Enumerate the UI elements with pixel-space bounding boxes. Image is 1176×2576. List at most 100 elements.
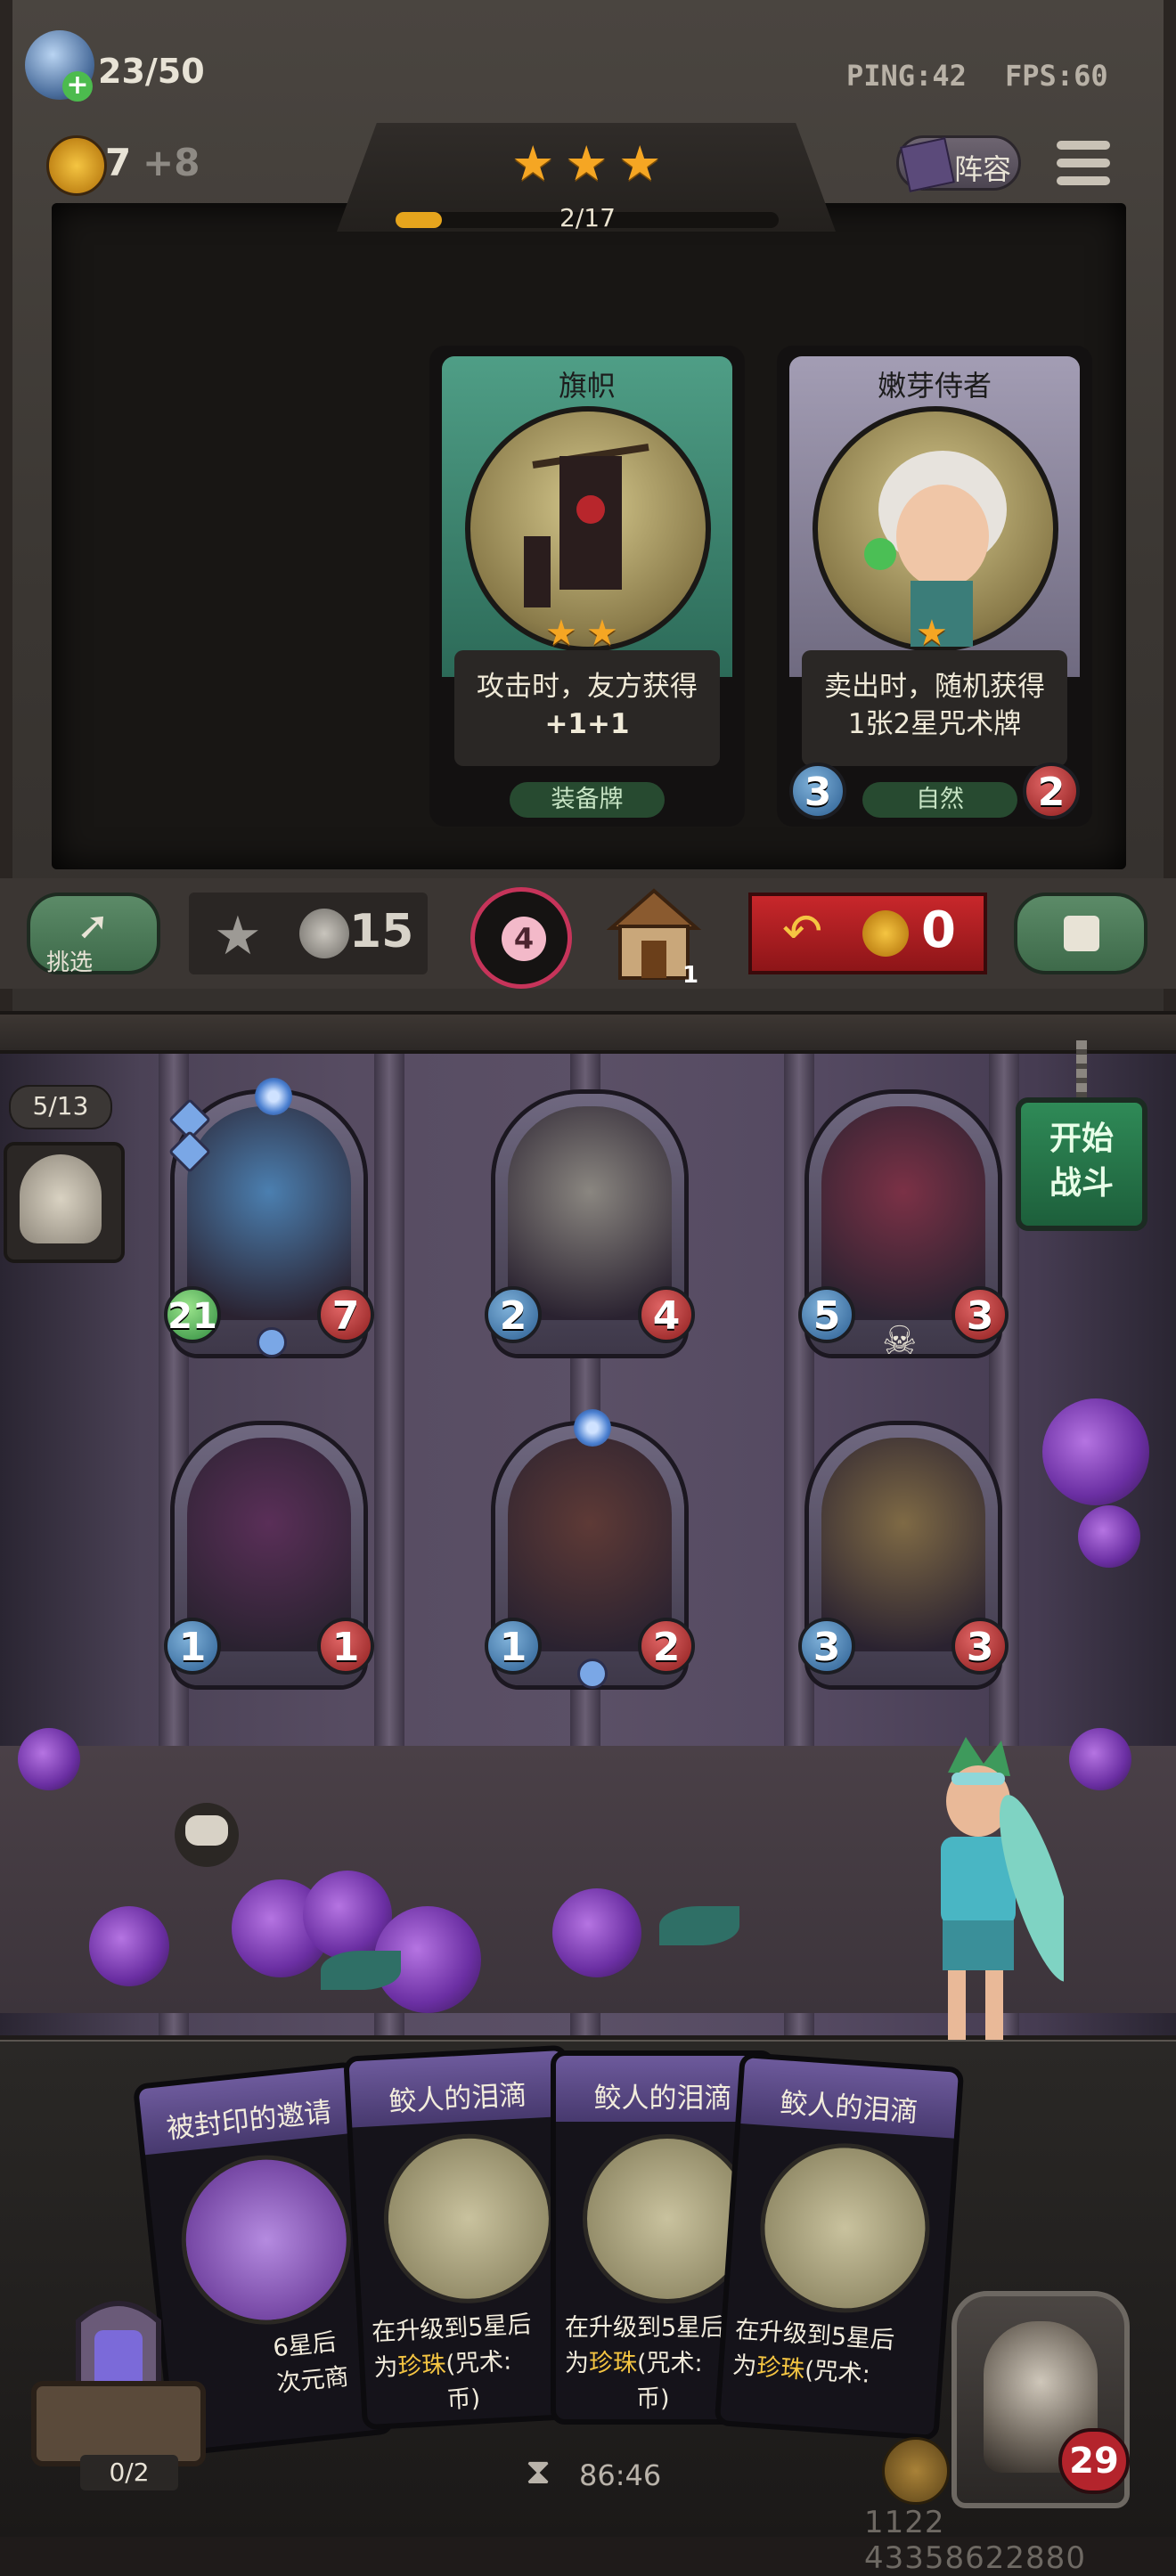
minion-art [508, 1106, 672, 1320]
start-battle-label: 开始 [1049, 1121, 1114, 1157]
chain-decoration [1076, 1040, 1087, 1101]
attack-stat: 21 [164, 1286, 221, 1343]
card-name: 嫩芽侍者 [877, 369, 992, 403]
hand-card-mermaid-tear[interactable]: 鲛人的泪滴 在升级到5星后 为珍珠(咒术: [714, 2051, 965, 2441]
shop-card-sprout-attendant[interactable]: 嫩芽侍者 ★ 卖出时，随机获得 1张2星咒术牌 自然 3 2 [777, 346, 1092, 827]
hand-card-keyword: 珍珠 [589, 2350, 637, 2377]
leaf-decoration [659, 1906, 739, 1945]
hand-card-desc-text: (咒术: [445, 2347, 512, 2379]
board-minion[interactable]: 21 7 [164, 1094, 374, 1354]
start-battle-button[interactable]: 开始 战斗 [1016, 1097, 1147, 1231]
board-minion[interactable]: 1 2 [485, 1425, 695, 1685]
card-desc-line: 1张2星咒术牌 [847, 708, 1022, 740]
health-stat: 1 [317, 1618, 374, 1675]
chat-bubble-shape [185, 1815, 228, 1846]
board-minion[interactable]: 5 3 [798, 1094, 1009, 1354]
crown-coin-icon [862, 910, 909, 957]
card-description: 攻击时，友方获得 +1+1 [454, 650, 720, 766]
card-type-badge: 自然 [862, 782, 1017, 818]
chest-count: 0/2 [80, 2455, 178, 2490]
health-stat: 7 [317, 1286, 374, 1343]
start-battle-label: 战斗 [1049, 1165, 1114, 1202]
lock-icon [1064, 916, 1099, 951]
minion-art [821, 1106, 985, 1320]
lineup-label: 阵容 [954, 152, 1012, 186]
rose-decoration [1069, 1728, 1131, 1790]
hand-card-desc-text: (咒术: [804, 2356, 871, 2389]
hand-card-keyword: 珍珠 [755, 2352, 806, 2384]
hand-card-desc-text: 为 [372, 2353, 399, 2383]
attack-stat: 2 [485, 1286, 542, 1343]
flower-token[interactable]: 4 [470, 887, 572, 989]
lock-shop-button[interactable] [1014, 893, 1147, 974]
board-minion[interactable]: 2 4 [485, 1094, 695, 1354]
hand-card-description: 在升级到5星后 为珍珠(咒术: 币) [371, 2305, 572, 2422]
level-progress-text: 2/17 [559, 203, 616, 232]
hand-card-description: 在升级到5星后 为珍珠(咒术: [731, 2312, 932, 2397]
silver-coin-icon [299, 909, 349, 958]
card-desc-line: 攻击时，友方获得 [477, 671, 698, 703]
arrow-up-right-icon: ➚ [77, 903, 110, 949]
plus-icon[interactable]: + [62, 71, 93, 102]
card-desc-line: +1+1 [544, 708, 630, 740]
minion-art [821, 1438, 985, 1651]
round-badge: 5/13 [9, 1085, 112, 1129]
rose-decoration [1042, 1398, 1149, 1505]
tier-gem-icon [577, 1659, 608, 1689]
attack-stat: 3 [789, 762, 846, 819]
card-description: 卖出时，随机获得 1张2星咒术牌 [802, 650, 1067, 766]
attack-stat: 3 [798, 1618, 855, 1675]
shop-card-banner[interactable]: 旗帜 ★ ★ 攻击时，友方获得 +1+1 装备牌 [429, 346, 745, 827]
minion-art [187, 1106, 351, 1320]
star-icon: ★ [214, 905, 262, 967]
crown-coin-icon [46, 135, 107, 196]
xp-counter: 23/50 [98, 52, 205, 91]
rose-decoration [89, 1906, 169, 1986]
turn-timer: 86:46 [579, 2458, 662, 2492]
gold-amount: 7 [105, 141, 132, 184]
sprout-attendant-art [864, 451, 1007, 652]
upgrade-cost: 15 [349, 905, 414, 958]
opponent-avatar[interactable] [4, 1142, 125, 1263]
attack-stat: 5 [798, 1286, 855, 1343]
hourglass-icon: ⧗ [526, 2451, 551, 2492]
board-minion[interactable]: 3 3 [798, 1425, 1009, 1685]
flower-value: 4 [502, 917, 546, 961]
gold-bonus: +8 [143, 141, 200, 184]
menu-button[interactable] [1057, 137, 1110, 191]
chat-bubble-icon[interactable] [175, 1803, 239, 1867]
rose-decoration [18, 1728, 80, 1790]
undo-arrow-icon: ↶ [782, 903, 823, 959]
action-bar [0, 878, 1176, 989]
health-stat: 2 [1023, 762, 1080, 819]
star-icon: ★ [511, 135, 555, 192]
hand-card-desc-text: (咒术: [637, 2350, 703, 2377]
star-icon: ★ [545, 613, 577, 654]
level-progress-fill [396, 212, 442, 228]
house-count: 1 [682, 962, 699, 989]
tier-gem-icon [257, 1327, 287, 1357]
hand-card-desc-text: 为 [565, 2350, 589, 2377]
attack-stat: 1 [164, 1618, 221, 1675]
health-stat: 3 [951, 1618, 1009, 1675]
star-icon: ★ [586, 613, 618, 654]
refresh-cost: 0 [921, 901, 956, 959]
card-name: 旗帜 [558, 369, 616, 403]
banner-art [524, 444, 649, 607]
mermaid-tear-art [380, 2129, 558, 2308]
menu-icon [1057, 141, 1110, 150]
board-minion[interactable]: 1 1 [164, 1425, 374, 1685]
health-stat: 2 [638, 1618, 695, 1675]
refresh-button[interactable]: ↶ 0 [748, 893, 987, 974]
ping-readout: PING:42 [846, 59, 967, 93]
hand-card-desc-text: 为 [731, 2352, 758, 2381]
book-icon [900, 137, 955, 192]
treasure-chest-icon[interactable] [16, 2286, 221, 2482]
player-health: 29 [1058, 2428, 1130, 2494]
hero-power-emblem[interactable] [882, 2437, 950, 2505]
hand-card-keyword: 珍珠 [396, 2351, 447, 2382]
debug-id: 1122 43358622880 [864, 2505, 1086, 2576]
swirl-icon [574, 1409, 611, 1447]
player-hero[interactable] [886, 1737, 1064, 2075]
lineup-button[interactable]: 阵容 [896, 135, 1021, 192]
